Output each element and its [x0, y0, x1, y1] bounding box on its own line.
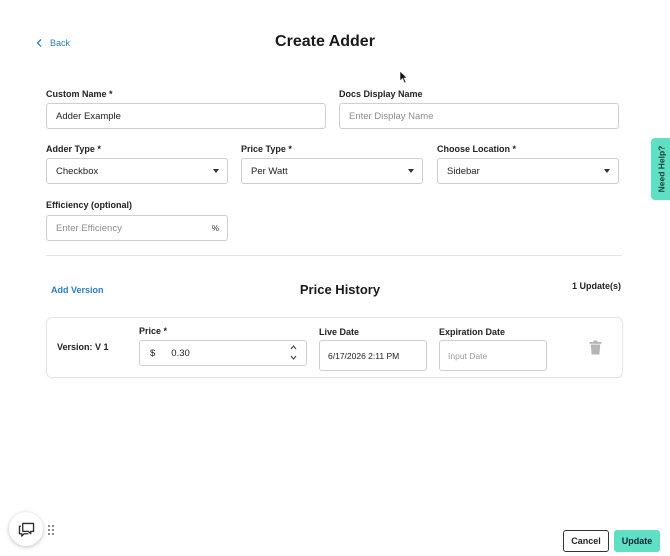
need-help-tab[interactable]: Need Help?	[651, 138, 670, 200]
chevron-down-icon[interactable]	[290, 354, 297, 361]
location-select[interactable]: Sidebar	[437, 158, 619, 184]
chat-button[interactable]	[9, 512, 43, 546]
docs-display-name-input[interactable]: Enter Display Name	[339, 103, 619, 129]
price-stepper[interactable]	[290, 344, 297, 361]
price-type-value: Per Watt	[251, 165, 288, 177]
price-label: Price *	[139, 326, 168, 336]
adder-type-value: Checkbox	[56, 165, 99, 177]
caret-down-icon	[213, 169, 219, 173]
version-label: Version: V 1	[57, 342, 109, 352]
caret-down-icon	[408, 169, 414, 173]
price-history-title: Price History	[299, 282, 381, 297]
location-label: Choose Location *	[437, 144, 517, 154]
cancel-button[interactable]: Cancel	[563, 530, 609, 552]
currency-symbol: $	[150, 347, 156, 359]
adder-type-label: Adder Type *	[46, 144, 101, 154]
price-type-label: Price Type *	[241, 144, 292, 154]
trash-icon[interactable]	[589, 340, 602, 355]
adder-type-select[interactable]: Checkbox	[46, 158, 228, 184]
section-divider	[46, 255, 622, 256]
price-value: 0.30	[171, 347, 190, 359]
efficiency-input[interactable]: Enter Efficiency %	[46, 215, 228, 241]
location-value: Sidebar	[447, 165, 480, 177]
price-type-select[interactable]: Per Watt	[241, 158, 423, 184]
update-button[interactable]: Update	[614, 530, 660, 552]
expiration-date-label: Expiration Date	[439, 327, 506, 337]
live-date-label: Live Date	[319, 327, 360, 337]
expiration-date-placeholder: Input Date	[448, 350, 488, 361]
percent-suffix: %	[211, 223, 219, 233]
expiration-date-input[interactable]: Input Date	[439, 340, 547, 371]
custom-name-label: Custom Name *	[46, 89, 113, 99]
page-title: Create Adder	[275, 33, 375, 50]
updates-count: 1 Update(s)	[571, 281, 621, 291]
chevron-up-icon[interactable]	[290, 344, 297, 351]
live-date-input[interactable]: 6/17/2026 2:11 PM	[319, 340, 427, 371]
need-help-label: Need Help?	[656, 145, 667, 193]
live-date-value: 6/17/2026 2:11 PM	[328, 350, 400, 361]
custom-name-input[interactable]: Adder Example	[46, 103, 326, 129]
efficiency-label: Efficiency (optional)	[46, 200, 133, 210]
efficiency-placeholder: Enter Efficiency	[56, 222, 122, 234]
caret-down-icon	[604, 169, 610, 173]
mouse-cursor-icon	[399, 70, 408, 84]
docs-display-name-label: Docs Display Name	[339, 89, 423, 99]
docs-display-name-placeholder: Enter Display Name	[349, 110, 434, 122]
price-input[interactable]: $ 0.30	[139, 340, 307, 366]
custom-name-value: Adder Example	[56, 110, 121, 122]
chat-icon	[18, 522, 34, 537]
drag-handle-icon[interactable]	[47, 524, 55, 536]
